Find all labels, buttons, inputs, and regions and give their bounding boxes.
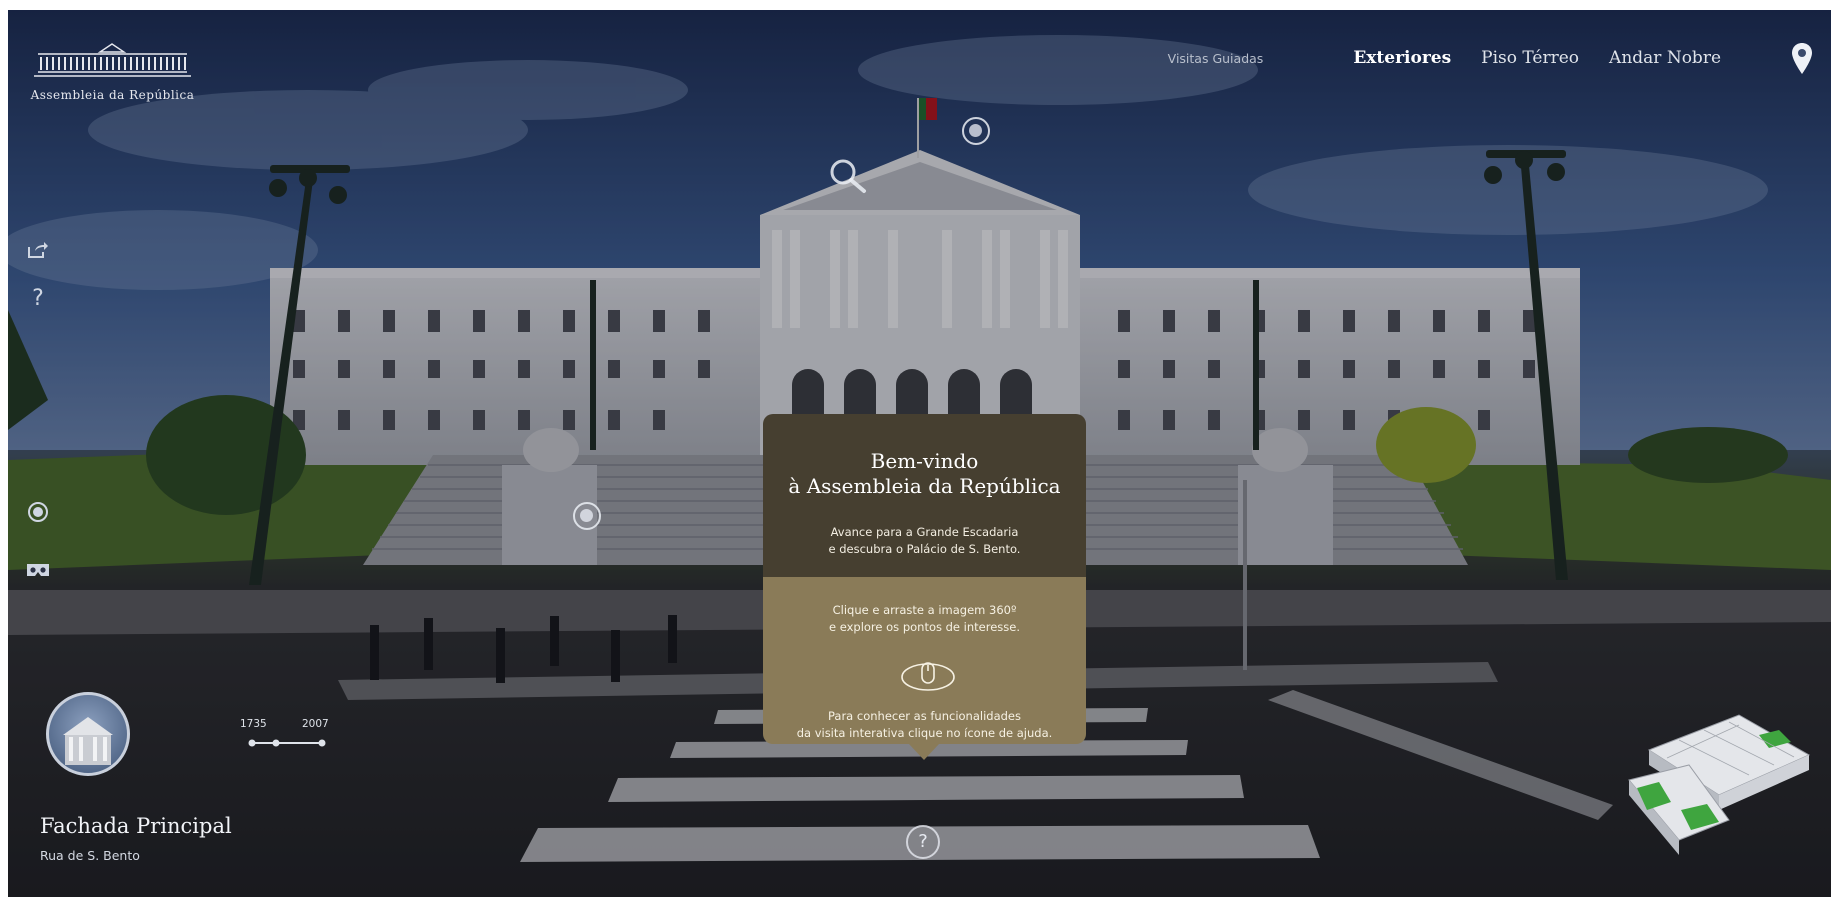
mouse-drag-icon	[901, 662, 955, 691]
nav-guided-tours[interactable]: Visitas Guiadas	[1168, 51, 1264, 66]
welcome-subtitle-line1: Avance para a Grande Escadaria	[830, 525, 1019, 539]
hotspot-lion-statue[interactable]	[573, 502, 601, 530]
vr-headset-icon	[27, 564, 49, 576]
location-subtitle: Rua de S. Bento	[40, 848, 140, 863]
welcome-help-line2: da visita interativa clique no ícone de …	[796, 726, 1053, 740]
timeline-end: 2007	[302, 718, 329, 730]
share-button[interactable]	[26, 238, 50, 262]
welcome-drag-line1: Clique e arraste a imagem 360º	[832, 603, 1017, 617]
welcome-help-line1: Para conhecer as funcionalidades	[827, 709, 1021, 723]
welcome-drag-text: Clique e arraste a imagem 360º e explore…	[763, 602, 1086, 636]
facade-thumbnail-icon	[63, 717, 113, 765]
help-icon: ?	[32, 285, 44, 311]
logo-wordmark: Assembleia da República	[30, 88, 195, 102]
welcome-subtitle: Avance para a Grande Escadaria e descubr…	[763, 524, 1086, 558]
share-icon	[28, 242, 48, 258]
welcome-title-line2: à Assembleia da República	[788, 474, 1061, 498]
panorama-viewport[interactable]: Assembleia da República Visitas Guiadas …	[8, 10, 1831, 897]
location-thumbnail[interactable]	[46, 692, 130, 776]
hotspots-toggle[interactable]	[26, 500, 50, 524]
welcome-header: Bem-vindo à Assembleia da República Avan…	[763, 414, 1086, 577]
location-title: Fachada Principal	[40, 814, 232, 838]
hotspot-flag[interactable]	[962, 117, 990, 145]
help-button[interactable]: ?	[906, 825, 940, 859]
timeline-track[interactable]	[248, 736, 328, 750]
welcome-title-line1: Bem-vindo	[870, 449, 979, 473]
welcome-title: Bem-vindo à Assembleia da República	[763, 449, 1086, 499]
nav-piso-terreo[interactable]: Piso Térreo	[1481, 48, 1579, 68]
welcome-panel: Bem-vindo à Assembleia da República Avan…	[763, 414, 1086, 760]
vr-mode-button[interactable]	[26, 558, 50, 582]
zoom-hotspot-icon[interactable]	[828, 157, 868, 195]
welcome-pointer	[909, 744, 939, 760]
timeline-start: 1735	[240, 718, 267, 730]
timeline-slider[interactable]: 1735 2007	[240, 718, 330, 758]
nav-exteriores[interactable]: Exteriores	[1353, 48, 1451, 68]
welcome-help-text: Para conhecer as funcionalidades da visi…	[763, 708, 1086, 742]
logo[interactable]: Assembleia da República	[30, 38, 195, 108]
top-nav: Visitas Guiadas Exteriores Piso Térreo A…	[1168, 48, 1721, 68]
hotspot-icon	[28, 502, 48, 522]
floorplan-minimap[interactable]	[1619, 710, 1819, 870]
nav-andar-nobre[interactable]: Andar Nobre	[1609, 48, 1721, 68]
welcome-drag-line2: e explore os pontos de interesse.	[828, 620, 1020, 634]
map-pin-icon[interactable]	[1791, 42, 1813, 76]
help-side-button[interactable]: ?	[26, 285, 50, 311]
parliament-logo-icon	[34, 43, 191, 77]
welcome-subtitle-line2: e descubra o Palácio de S. Bento.	[828, 542, 1021, 556]
